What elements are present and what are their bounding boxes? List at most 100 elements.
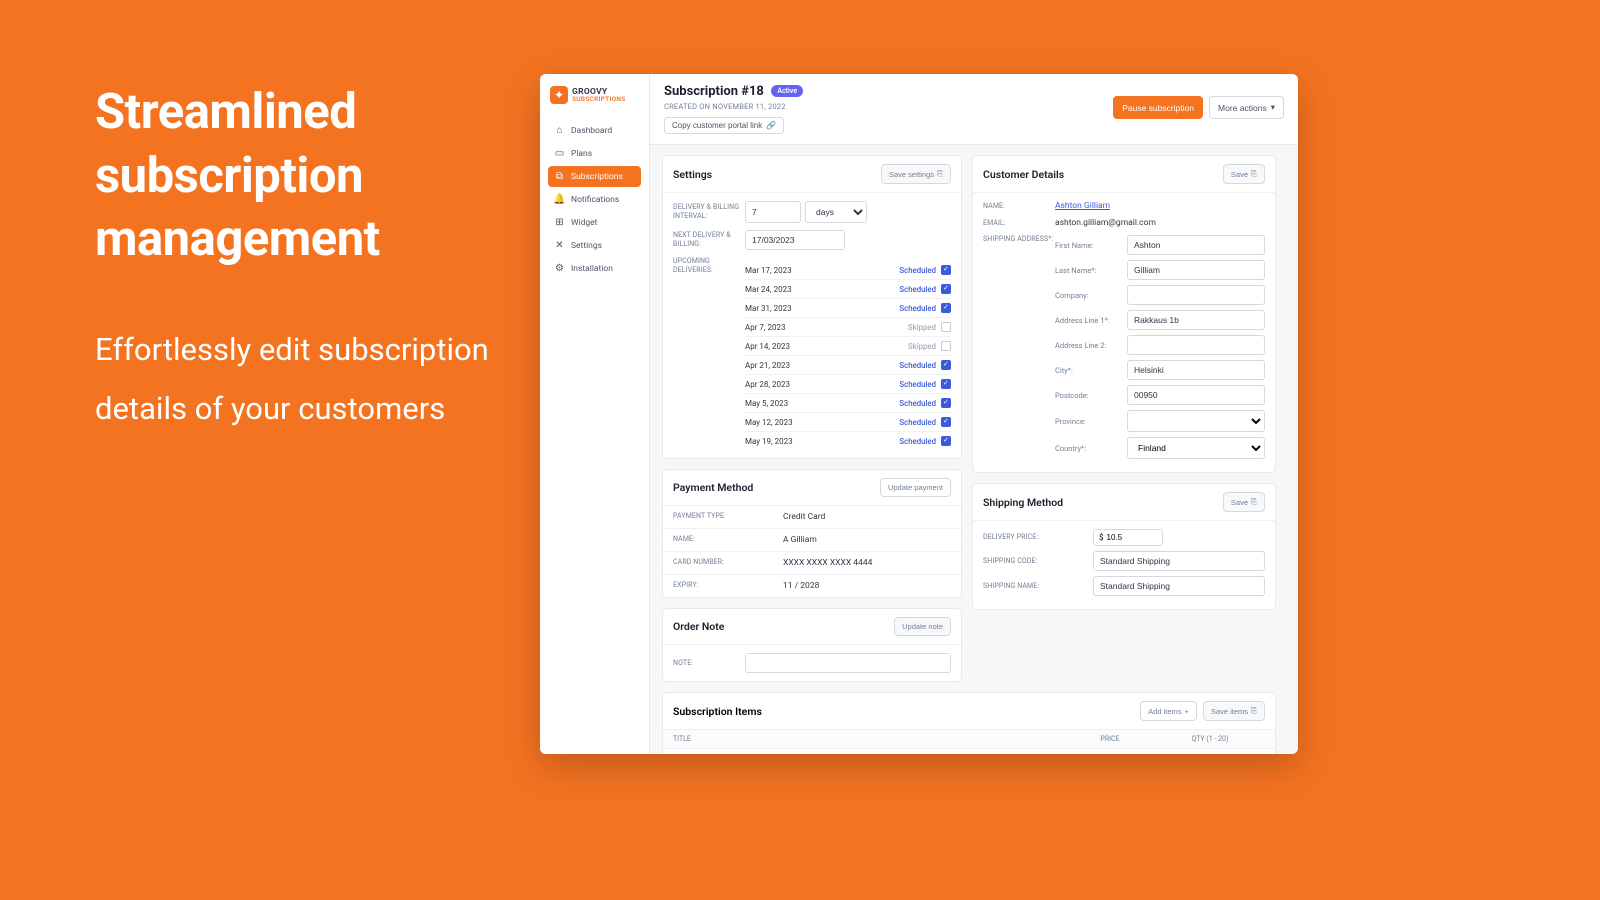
city-label: City*: [1055,366,1127,375]
country-select[interactable]: Finland [1127,437,1265,459]
app-window: ✦ GROOVY SUBSCRIPTIONS ⌂ Dashboard ▭Plans⧉… [540,74,1298,754]
shipping-code-input[interactable] [1093,551,1265,571]
delivery-checkbox[interactable] [941,417,951,427]
addr2-label: Address Line 2: [1055,341,1127,350]
delivery-date: Apr 21, 2023 [745,361,790,370]
company-input[interactable] [1127,285,1265,305]
notifications-icon: 🔔 [554,194,565,205]
delivery-row: Mar 31, 2023 Scheduled [745,299,951,318]
nav-label: Dashboard [571,126,612,136]
pause-subscription-button[interactable]: Pause subscription [1113,96,1203,119]
currency-symbol: $ [1099,533,1104,542]
sidebar-item-installation[interactable]: ⚙ Installation [548,258,641,279]
delivery-checkbox[interactable] [941,341,951,351]
delivery-checkbox[interactable] [941,379,951,389]
logo-line2: SUBSCRIPTIONS [572,96,626,103]
save-items-button[interactable]: Save items ⎘ [1203,701,1265,721]
payment-label: NAME: [673,535,783,545]
sidebar-item-settings[interactable]: ✕Settings [548,235,641,256]
customer-title: Customer Details [983,168,1064,181]
settings-icon: ✕ [554,240,565,251]
page-title: Subscription #18 [664,84,764,99]
delivery-checkbox[interactable] [941,322,951,332]
copy-portal-link-button[interactable]: Copy customer portal link 🔗 [664,117,784,134]
delivery-date: Apr 14, 2023 [745,342,790,351]
th-title: TITLE [673,735,1065,743]
delivery-status: Scheduled [899,285,936,294]
delivery-status: Skipped [908,323,936,332]
delivery-row: May 5, 2023Scheduled [745,394,951,413]
delivery-checkbox[interactable] [941,303,951,313]
installation-icon: ⚙ [554,263,565,274]
interval-unit-select[interactable]: days [805,201,867,223]
shipping-title: Shipping Method [983,496,1063,509]
customer-details-card: Customer Details Save ⎘ NAME: Ashton Gil… [972,155,1276,473]
link-icon: 🔗 [766,121,776,130]
payment-label: CARD NUMBER: [673,558,783,568]
delivery-status: Scheduled [899,437,936,446]
save-icon: ⎘ [1251,706,1257,716]
delivery-price-input[interactable] [1107,533,1157,542]
last-name-label: Last Name*: [1055,266,1127,275]
delivery-status: Skipped [908,342,936,351]
sidebar-item-widget[interactable]: ⊞Widget [548,212,641,233]
more-actions-button[interactable]: More actions ▾ [1209,96,1284,119]
item-row: Coffee - House Blend - 150g $ − 1 + 🗑 [663,749,1275,754]
delivery-checkbox[interactable] [941,398,951,408]
save-shipping-label: Save [1231,498,1248,507]
delivery-checkbox[interactable] [941,265,951,275]
delivery-checkbox[interactable] [941,360,951,370]
payment-title: Payment Method [673,481,753,494]
next-delivery-label: NEXT DELIVERY & BILLING: [673,231,745,249]
dashboard-icon: ⌂ [554,125,565,136]
save-settings-button[interactable]: Save settings ⎘ [881,164,951,184]
note-label: NOTE: [673,659,745,668]
sidebar: ✦ GROOVY SUBSCRIPTIONS ⌂ Dashboard ▭Plans⧉… [540,74,650,754]
delivery-price-label: DELIVERY PRICE: [983,533,1093,542]
chevron-down-icon: ▾ [1271,102,1275,113]
addr1-input[interactable] [1127,310,1265,330]
last-name-input[interactable] [1127,260,1265,280]
update-payment-button[interactable]: Update payment [880,478,951,497]
delivery-status: Scheduled [899,361,936,370]
sidebar-item-notifications[interactable]: 🔔Notifications [548,189,641,210]
province-select[interactable] [1127,410,1265,432]
note-input[interactable] [745,653,951,673]
customer-name-label: NAME: [983,202,1055,211]
logo: ✦ GROOVY SUBSCRIPTIONS [548,84,641,106]
shipping-name-input[interactable] [1093,576,1265,596]
shipping-code-label: SHIPPING CODE: [983,557,1093,566]
add-items-label: Add items [1148,707,1181,716]
sidebar-item-plans[interactable]: ▭Plans [548,143,641,164]
sidebar-item-dashboard[interactable]: ⌂ Dashboard [548,120,641,141]
addr1-label: Address Line 1*: [1055,316,1127,325]
add-items-button[interactable]: Add items + [1140,701,1197,721]
customer-email-label: EMAIL: [983,219,1055,228]
first-name-label: First Name: [1055,241,1127,250]
items-title: Subscription Items [673,705,762,718]
addr2-input[interactable] [1127,335,1265,355]
shipping-address-label: SHIPPING ADDRESS*: [983,235,1055,244]
postcode-input[interactable] [1127,385,1265,405]
delivery-date: May 12, 2023 [745,418,793,427]
delivery-checkbox[interactable] [941,284,951,294]
postcode-label: Postcode: [1055,391,1127,400]
delivery-checkbox[interactable] [941,436,951,446]
city-input[interactable] [1127,360,1265,380]
delivery-date: Mar 31, 2023 [745,304,792,313]
update-note-button[interactable]: Update note [894,617,951,636]
save-shipping-button[interactable]: Save ⎘ [1223,492,1265,512]
save-customer-button[interactable]: Save ⎘ [1223,164,1265,184]
country-label: Country*: [1055,444,1127,453]
nav-label: Installation [571,264,613,274]
save-customer-label: Save [1231,170,1248,179]
status-badge: Active [771,85,803,97]
delivery-date: Apr 7, 2023 [745,323,785,332]
first-name-input[interactable] [1127,235,1265,255]
shipping-method-card: Shipping Method Save ⎘ DELIVERY PRICE:$ … [972,483,1276,610]
customer-name-link[interactable]: Ashton Gilliam [1055,201,1265,211]
sidebar-item-subscriptions[interactable]: ⧉Subscriptions [548,166,641,187]
delivery-status: Scheduled [899,304,936,313]
interval-value-input[interactable] [745,201,801,223]
next-delivery-input[interactable] [745,230,845,250]
